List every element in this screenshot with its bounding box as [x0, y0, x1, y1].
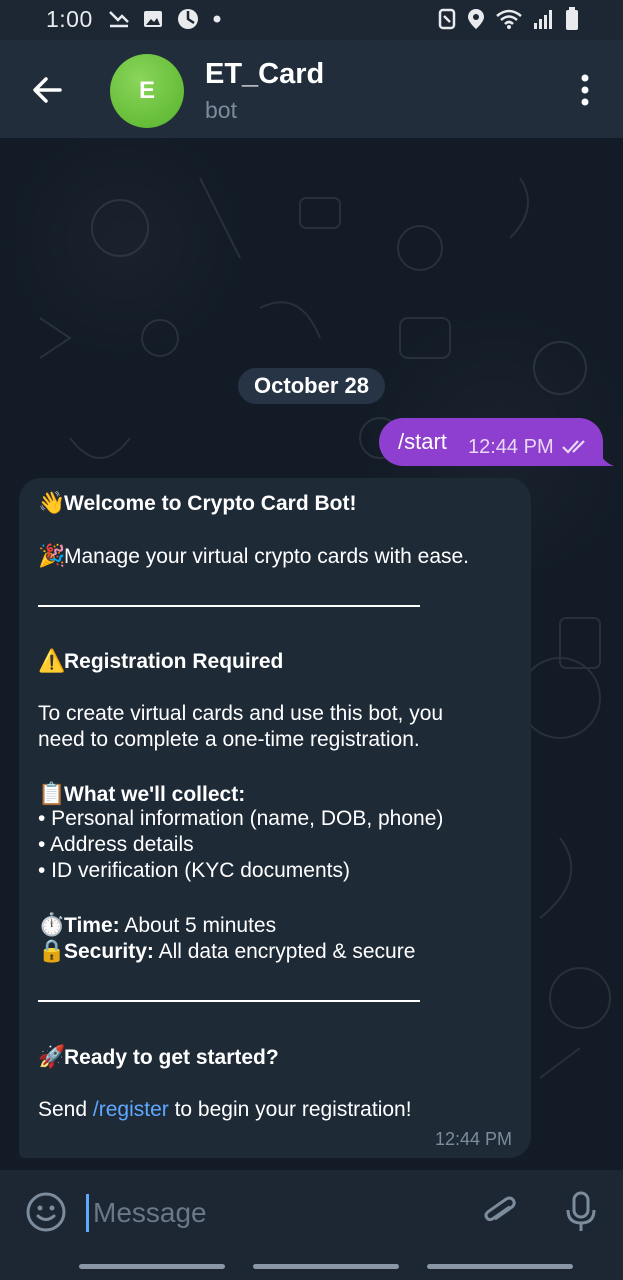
nav-back-button[interactable] — [427, 1264, 573, 1269]
register-command-link[interactable]: /register — [93, 1098, 169, 1121]
collect-item: • ID verification (KYC documents) — [38, 859, 350, 882]
waving-hand-icon: 👋 — [38, 490, 66, 515]
time-line: ⏱️Time: About 5 minutes — [38, 912, 276, 938]
nav-home-button[interactable] — [253, 1264, 399, 1269]
nav-recents-button[interactable] — [79, 1264, 225, 1269]
body-line-2: need to complete a one-time registration… — [38, 728, 420, 751]
system-navigation-bar — [0, 1254, 623, 1280]
status-bar: 1:00 — [0, 0, 623, 40]
send-line: Send /register to begin your registratio… — [38, 1098, 412, 1122]
paperclip-icon[interactable] — [480, 1192, 520, 1232]
registration-heading: Registration Required — [64, 650, 284, 673]
read-receipt-icon — [562, 440, 585, 454]
intro-text: Manage your virtual crypto cards with ea… — [64, 545, 470, 568]
ready-heading-line: 🚀Ready to get started? — [38, 1044, 279, 1070]
chat-subtitle: bot — [205, 97, 237, 123]
chat-header: E ET_Card bot — [0, 40, 623, 138]
security-line: 🔒Security: All data encrypted & secure — [38, 938, 415, 964]
avatar-letter: E — [138, 77, 155, 104]
warning-icon: ⚠️ — [38, 648, 66, 673]
dot-icon — [213, 15, 221, 23]
chat-title[interactable]: ET_Card — [205, 58, 324, 91]
party-popper-icon: 🎉 — [38, 543, 66, 568]
lock-icon: 🔒 — [38, 938, 66, 963]
collect-item: • Address details — [38, 833, 194, 856]
back-arrow-icon[interactable] — [26, 68, 70, 112]
send-prefix: Send — [38, 1098, 93, 1121]
body-line-1: To create virtual cards and use this bot… — [38, 702, 444, 725]
divider-top — [38, 605, 420, 607]
registration-heading-line: ⚠️Registration Required — [38, 648, 283, 674]
rocket-icon: 🚀 — [38, 1044, 66, 1069]
location-icon — [468, 9, 484, 29]
browser-icon — [178, 9, 198, 29]
ready-heading: Ready to get started? — [64, 1046, 279, 1069]
intro-line: 🎉Manage your virtual crypto cards with e… — [38, 543, 469, 569]
security-label: Security: — [64, 940, 154, 963]
time-value: About 5 minutes — [124, 914, 277, 937]
signal-icon — [534, 10, 552, 29]
incoming-message[interactable]: 👋Welcome to Crypto Card Bot! 🎉Manage you… — [19, 478, 531, 1158]
security-value: All data encrypted & secure — [158, 940, 416, 963]
status-time: 1:00 — [46, 6, 93, 32]
stopwatch-icon: ⏱️ — [38, 912, 66, 937]
microphone-icon[interactable] — [562, 1190, 600, 1234]
nfc-icon — [438, 8, 456, 30]
chat-area[interactable]: October 28 /start 12:44 PM 👋Welcome to C… — [0, 138, 623, 1170]
collect-heading-line: 📋What we'll collect: — [38, 781, 245, 807]
send-suffix: to begin your registration! — [168, 1098, 412, 1121]
greeting-line: 👋Welcome to Crypto Card Bot! — [38, 490, 356, 516]
date-label: October 28 — [254, 373, 369, 398]
wifi-icon — [496, 9, 522, 29]
battery-icon — [566, 7, 578, 30]
incoming-message-time: 12:44 PM — [434, 1129, 512, 1149]
image-icon — [144, 11, 162, 27]
avatar[interactable]: E — [110, 54, 184, 128]
outgoing-message[interactable]: /start 12:44 PM — [379, 418, 603, 466]
greeting-text: Welcome to Crypto Card Bot! — [64, 492, 357, 515]
outgoing-bubble-tail — [598, 448, 614, 466]
more-options-icon[interactable] — [571, 70, 599, 110]
divider-bottom — [38, 1000, 420, 1002]
collect-heading: What we'll collect: — [64, 783, 246, 806]
outgoing-message-time: 12:44 PM — [468, 436, 554, 458]
outgoing-message-text: /start — [398, 429, 447, 454]
collect-item: • Personal information (name, DOB, phone… — [38, 807, 444, 830]
smiley-icon[interactable] — [25, 1191, 67, 1233]
message-input[interactable] — [86, 1194, 475, 1232]
message-composer — [0, 1170, 623, 1254]
clipboard-icon: 📋 — [38, 781, 66, 806]
time-label: Time: — [64, 914, 120, 937]
missed-call-icon — [109, 11, 129, 28]
date-separator: October 28 — [238, 368, 385, 404]
